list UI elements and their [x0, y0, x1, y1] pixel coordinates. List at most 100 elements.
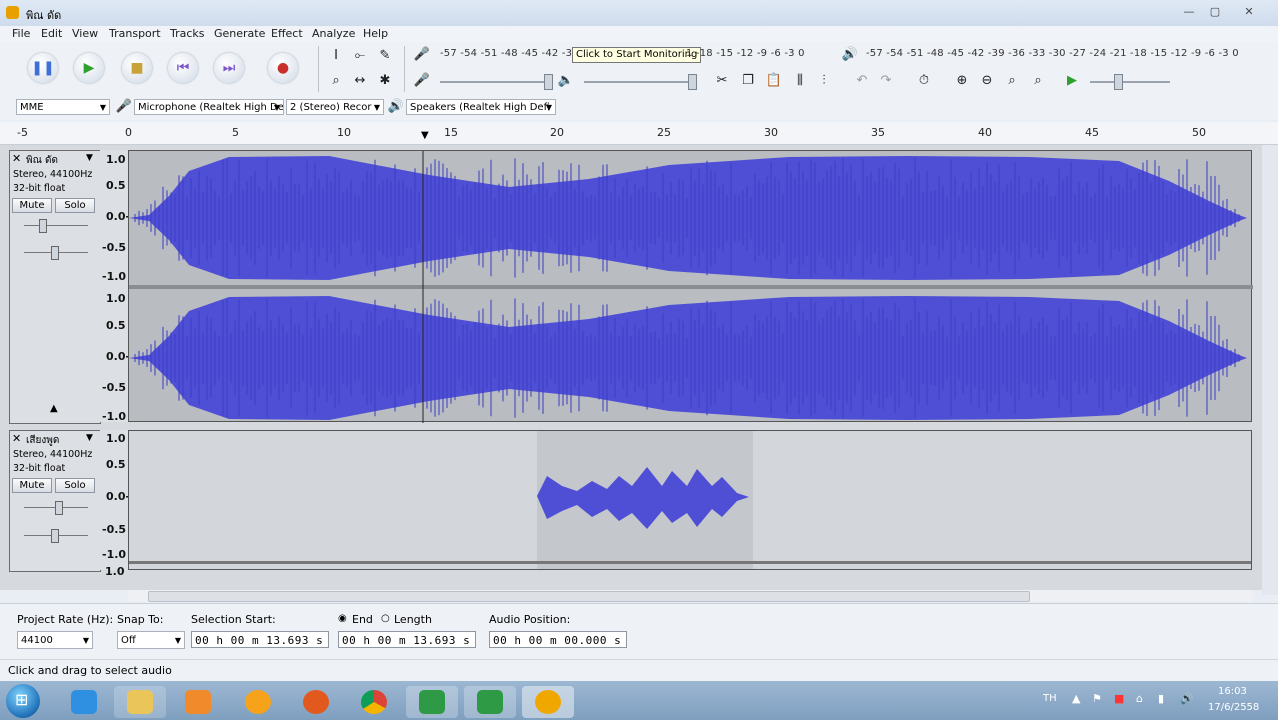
taskbar-camtasia[interactable] — [406, 686, 458, 718]
mute-button[interactable]: Mute — [12, 198, 52, 213]
zoom-in-icon[interactable]: ⊕ — [952, 71, 972, 91]
track-menu-chevron-icon[interactable]: ▼ — [86, 433, 93, 443]
timeshift-tool-icon[interactable]: ↔ — [350, 71, 370, 91]
mic-volume-thumb[interactable] — [544, 74, 553, 90]
audio-host-select[interactable]: MME ▼ — [16, 99, 110, 115]
tray-app-icon[interactable]: ■ — [1114, 692, 1124, 705]
gain-thumb[interactable] — [39, 219, 47, 233]
recording-channels-select[interactable]: 2 (Stereo) Recor ▼ — [286, 99, 384, 115]
gain-thumb[interactable] — [55, 501, 63, 515]
undo-icon[interactable]: ↶ — [852, 71, 872, 91]
waveform-track-1[interactable] — [128, 150, 1253, 423]
multi-tool-icon[interactable]: ✱ — [375, 71, 395, 91]
tray-flag-icon[interactable]: ⚑ — [1092, 692, 1102, 705]
draw-tool-icon[interactable]: ✎ — [375, 46, 395, 66]
play-speed-slider[interactable] — [1090, 81, 1170, 83]
taskbar-internet-explorer[interactable] — [58, 686, 110, 718]
taskbar-camtasia-recorder[interactable] — [464, 686, 516, 718]
collapse-track-icon[interactable]: ▲ — [50, 403, 58, 414]
audio-position-field[interactable]: 00 h 00 m 00.000 s — [489, 631, 627, 648]
close-button[interactable]: ✕ — [1240, 5, 1258, 19]
menu-view[interactable]: View — [72, 26, 98, 42]
selection-end-field[interactable]: 00 h 00 m 13.693 s — [338, 631, 476, 648]
playback-meter-icon[interactable]: 🔊 — [840, 45, 860, 65]
skip-to-end-button[interactable]: ⏭ — [214, 53, 244, 83]
clock-date[interactable]: 17/6/2558 — [1208, 702, 1259, 713]
taskbar-firefox[interactable] — [290, 686, 342, 718]
minimize-button[interactable]: — — [1180, 5, 1198, 19]
sync-lock-icon[interactable]: ⏱ — [914, 71, 934, 91]
length-radio-icon[interactable]: ○ — [381, 613, 390, 624]
transport-toolbar: ❚❚ ▶ ■ ⏮ ⏭ ● I ⟜ ✎ ⌕ ↔ ✱ 🎤 -57 -54 -51 -… — [0, 42, 1278, 97]
record-meter-icon[interactable]: 🎤 — [412, 45, 432, 65]
end-radio-icon[interactable]: ◉ — [338, 613, 347, 624]
stop-button[interactable]: ■ — [122, 53, 152, 83]
track-menu-chevron-icon[interactable]: ▼ — [86, 153, 93, 163]
playback-device-select[interactable]: Speakers (Realtek High Defi ▼ — [406, 99, 556, 115]
skip-to-start-button[interactable]: ⏮ — [168, 53, 198, 83]
taskbar-file-explorer[interactable] — [114, 686, 166, 718]
horizontal-scrollbar-thumb[interactable] — [148, 591, 1030, 602]
trim-icon[interactable]: ⫼ — [790, 71, 810, 91]
menu-tracks[interactable]: Tracks — [170, 26, 205, 42]
redo-icon[interactable]: ↷ — [876, 71, 896, 91]
playhead-marker-icon[interactable]: ▼ — [421, 130, 429, 141]
vertical-scrollbar[interactable] — [1262, 145, 1278, 595]
menu-file[interactable]: File — [12, 26, 30, 42]
play-at-speed-icon[interactable]: ▶ — [1062, 71, 1082, 91]
menu-transport[interactable]: Transport — [109, 26, 161, 42]
tray-show-hidden-icon[interactable]: ▲ — [1072, 692, 1080, 705]
menu-analyze[interactable]: Analyze — [312, 26, 355, 42]
track-panel: ✕ พิณ ดัด ▼ Stereo, 44100Hz 32-bit float… — [0, 145, 1262, 602]
horizontal-scrollbar[interactable] — [128, 590, 1252, 602]
solo-button[interactable]: Solo — [55, 198, 95, 213]
menu-effect[interactable]: Effect — [271, 26, 303, 42]
zoom-out-icon[interactable]: ⊖ — [977, 71, 997, 91]
menu-edit[interactable]: Edit — [41, 26, 62, 42]
taskbar-media-player[interactable] — [172, 686, 224, 718]
paste-icon[interactable]: 📋 — [764, 71, 784, 91]
menu-generate[interactable]: Generate — [214, 26, 265, 42]
snap-to-select[interactable]: Off ▼ — [117, 631, 185, 649]
track-close-icon[interactable]: ✕ — [12, 152, 21, 165]
speaker-volume-slider[interactable] — [584, 81, 692, 83]
solo-button[interactable]: Solo — [55, 478, 95, 493]
project-rate-select[interactable]: 44100 ▼ — [17, 631, 93, 649]
cut-icon[interactable]: ✂ — [712, 71, 732, 91]
play-button[interactable]: ▶ — [74, 53, 104, 83]
timeline-ruler[interactable]: -5 0 5 10 15 20 25 30 35 40 45 50 ▼ — [0, 122, 1278, 145]
maximize-button[interactable]: ▢ — [1206, 5, 1224, 19]
tray-signal-icon[interactable]: ▮ — [1158, 692, 1164, 705]
gain-slider[interactable] — [24, 225, 88, 226]
recording-device-select[interactable]: Microphone (Realtek High De ▼ — [134, 99, 284, 115]
copy-icon[interactable]: ❐ — [738, 71, 758, 91]
track-name[interactable]: เสียงพูด — [26, 433, 59, 448]
mic-volume-slider[interactable] — [440, 81, 548, 83]
menu-help[interactable]: Help — [363, 26, 388, 42]
play-speed-thumb[interactable] — [1114, 74, 1123, 90]
zoom-tool-icon[interactable]: ⌕ — [326, 71, 346, 91]
fit-project-icon[interactable]: ⌕ — [1028, 71, 1048, 91]
selection-start-field[interactable]: 00 h 00 m 13.693 s — [191, 631, 329, 648]
waveform-track-2[interactable]: 1.0 — [105, 430, 1252, 578]
clock-time[interactable]: 16:03 — [1218, 686, 1247, 697]
pan-thumb[interactable] — [51, 246, 59, 260]
envelope-tool-icon[interactable]: ⟜ — [350, 46, 370, 66]
start-button[interactable]: ⊞ — [6, 684, 40, 718]
record-button[interactable]: ● — [268, 53, 298, 83]
speaker-volume-thumb[interactable] — [688, 74, 697, 90]
track-name[interactable]: พิณ ดัด — [26, 153, 58, 168]
selection-tool-icon[interactable]: I — [326, 46, 346, 66]
pan-thumb[interactable] — [51, 529, 59, 543]
taskbar-chrome[interactable] — [348, 686, 400, 718]
fit-selection-icon[interactable]: ⌕ — [1002, 71, 1022, 91]
tray-volume-icon[interactable]: 🔊 — [1180, 692, 1194, 705]
taskbar-audacity[interactable] — [522, 686, 574, 718]
pause-button[interactable]: ❚❚ — [28, 53, 58, 83]
track-close-icon[interactable]: ✕ — [12, 432, 21, 445]
mute-button[interactable]: Mute — [12, 478, 52, 493]
silence-icon[interactable]: ⫶ — [814, 71, 834, 91]
tray-network-icon[interactable]: ⌂ — [1136, 692, 1143, 705]
taskbar-app-orange[interactable] — [232, 686, 284, 718]
language-indicator[interactable]: TH — [1043, 693, 1057, 704]
